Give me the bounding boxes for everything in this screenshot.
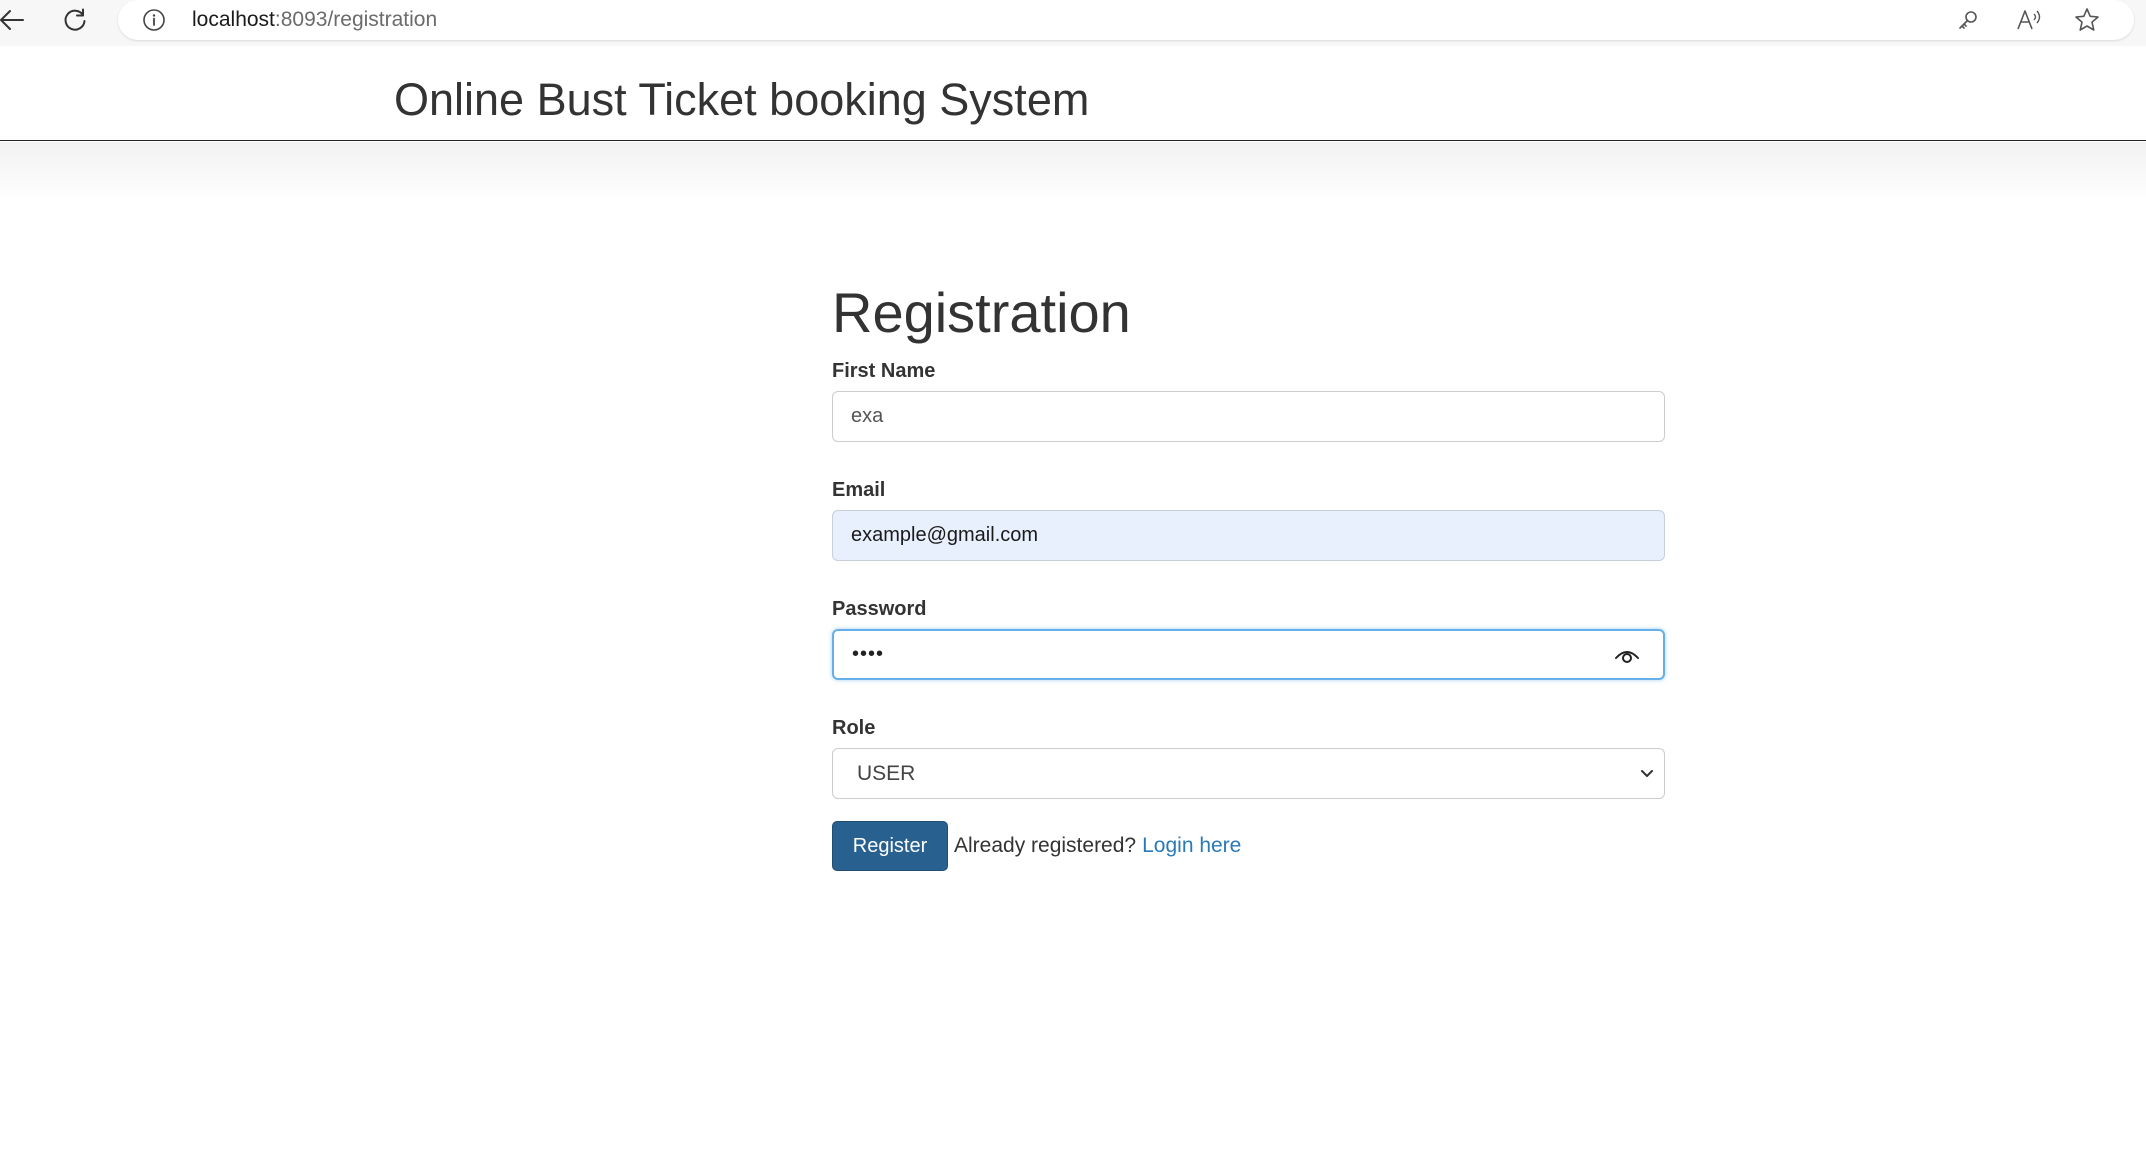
password-input[interactable] bbox=[834, 631, 1663, 678]
form-heading: Registration bbox=[832, 281, 1131, 344]
email-label: Email bbox=[832, 479, 886, 501]
eye-icon bbox=[1615, 651, 1639, 663]
role-selected-value: USER bbox=[857, 762, 916, 785]
back-button[interactable] bbox=[0, 2, 32, 38]
password-label: Password bbox=[832, 598, 927, 620]
first-name-label: First Name bbox=[832, 360, 936, 382]
reload-icon bbox=[64, 8, 86, 31]
app-header: Online Bust Ticket booking System bbox=[0, 46, 2146, 141]
password-key-icon[interactable] bbox=[1952, 4, 1984, 36]
password-field[interactable] bbox=[832, 629, 1665, 680]
email-input[interactable] bbox=[833, 511, 1664, 560]
url-host: localhost bbox=[192, 8, 275, 31]
first-name-input[interactable] bbox=[833, 392, 1664, 441]
first-name-field[interactable] bbox=[832, 391, 1665, 442]
url-path: :8093/registration bbox=[274, 8, 438, 31]
form-actions: Register Already registered? Login here bbox=[832, 821, 1665, 871]
read-aloud-icon[interactable] bbox=[2013, 4, 2045, 36]
chevron-down-icon bbox=[1638, 765, 1656, 783]
reload-button[interactable] bbox=[55, 2, 95, 38]
email-field[interactable] bbox=[832, 510, 1665, 561]
header-shadow bbox=[0, 142, 2146, 202]
app-title: Online Bust Ticket booking System bbox=[394, 74, 1090, 125]
registration-form: Registration First Name Email Password R… bbox=[832, 280, 1665, 871]
url-text[interactable]: localhost:8093/registration bbox=[192, 6, 437, 34]
role-select[interactable]: USER bbox=[832, 748, 1665, 799]
back-arrow-icon bbox=[0, 10, 24, 30]
reveal-password-button[interactable] bbox=[1613, 643, 1641, 669]
register-button[interactable]: Register bbox=[832, 821, 948, 871]
role-label: Role bbox=[832, 717, 876, 739]
favorite-star-icon[interactable] bbox=[2071, 4, 2103, 36]
login-link[interactable]: Login here bbox=[1142, 834, 1241, 858]
site-info-icon[interactable] bbox=[142, 8, 166, 32]
browser-toolbar: localhost:8093/registration bbox=[0, 0, 2146, 46]
already-registered-text: Already registered? bbox=[954, 834, 1137, 857]
address-bar[interactable]: localhost:8093/registration bbox=[118, 0, 2134, 40]
